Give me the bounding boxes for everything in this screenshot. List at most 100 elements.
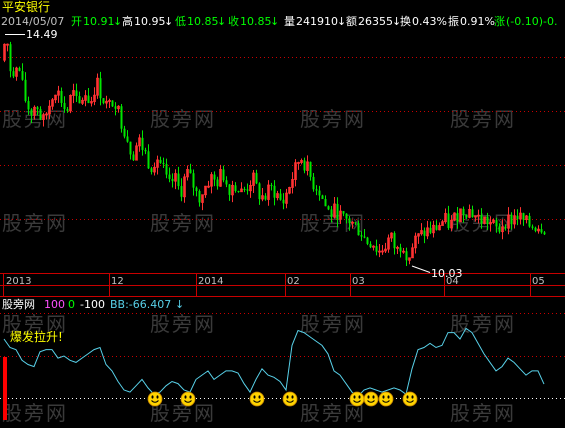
high-arrow: ↓ bbox=[164, 15, 174, 28]
smiley-signal-icon bbox=[147, 391, 163, 407]
date-tick-label: 12 bbox=[111, 276, 124, 287]
candle-body bbox=[255, 173, 258, 184]
candle-body bbox=[375, 246, 378, 252]
high-price-label: 14.49 bbox=[26, 28, 58, 41]
candle-body bbox=[270, 185, 273, 187]
candle-body bbox=[114, 106, 117, 109]
candlestick-series bbox=[3, 41, 546, 267]
low-marker-line bbox=[411, 265, 431, 273]
candle-body bbox=[522, 213, 525, 220]
candle-body bbox=[264, 195, 267, 200]
candle-body bbox=[345, 213, 348, 219]
candle-body bbox=[213, 174, 216, 180]
change-value: (-0.10)-0. bbox=[506, 15, 558, 28]
candle-body bbox=[543, 232, 546, 235]
candle-body bbox=[192, 173, 195, 188]
open-value: 10.91 bbox=[83, 15, 115, 28]
candle-body bbox=[225, 180, 228, 185]
candle-body bbox=[177, 173, 180, 187]
date-tick-label: 04 bbox=[446, 276, 459, 287]
high-value: 10.95 bbox=[134, 15, 166, 28]
stock-chart-screen: 股旁网 股旁网 股旁网 股旁网 股旁网 股旁网 股旁网 股旁网 股旁网 股旁网 … bbox=[0, 0, 565, 428]
candle-body bbox=[141, 137, 144, 150]
candle-body bbox=[9, 44, 12, 72]
candle-body bbox=[21, 71, 24, 80]
low-arrow: ↓ bbox=[217, 15, 227, 28]
turnover-label: 换 bbox=[400, 15, 411, 28]
candle-body bbox=[429, 227, 432, 233]
candle-body bbox=[102, 98, 105, 104]
smiley-signal-icon bbox=[349, 391, 365, 407]
smiley-signal-icon bbox=[180, 391, 196, 407]
candle-body bbox=[24, 79, 27, 102]
turnover-value: 0.43% bbox=[412, 15, 447, 28]
candle-body bbox=[99, 78, 102, 99]
signal-series bbox=[147, 391, 418, 407]
candle-body bbox=[111, 100, 114, 107]
high-label: 高 bbox=[122, 15, 133, 28]
candle-body bbox=[129, 141, 132, 155]
candle-body bbox=[63, 102, 66, 110]
close-label: 收 bbox=[228, 15, 239, 28]
open-arrow: ↓ bbox=[113, 15, 123, 28]
candle-body bbox=[126, 136, 129, 142]
candle-body bbox=[150, 168, 153, 173]
candle-body bbox=[435, 225, 438, 230]
candle-body bbox=[471, 209, 474, 218]
date-tick-label: 2014 bbox=[198, 276, 224, 287]
indicator-bb-value: BB:-66.407 bbox=[110, 298, 172, 311]
candle-body bbox=[195, 187, 198, 192]
bb-indicator-line bbox=[3, 327, 545, 398]
candle-body bbox=[222, 169, 225, 181]
candle-body bbox=[357, 223, 360, 236]
candle-body bbox=[315, 189, 318, 191]
candle-body bbox=[456, 213, 459, 222]
amount-label: 额 bbox=[346, 15, 357, 28]
candle-body bbox=[504, 226, 507, 229]
candle-body bbox=[366, 237, 369, 244]
candle-body bbox=[120, 106, 123, 129]
candle-body bbox=[66, 109, 69, 111]
candle-body bbox=[132, 154, 135, 161]
candle-body bbox=[279, 193, 282, 200]
candle-body bbox=[534, 227, 537, 231]
candle-body bbox=[234, 185, 237, 191]
candle-body bbox=[498, 226, 501, 232]
indicator-series bbox=[3, 327, 545, 398]
candle-body bbox=[18, 68, 21, 72]
candle-body bbox=[39, 109, 42, 120]
candle-body bbox=[198, 191, 201, 203]
candle-body bbox=[273, 185, 276, 198]
candle-body bbox=[330, 209, 333, 218]
candle-body bbox=[27, 101, 30, 110]
indicator-level-0-label: 0 bbox=[68, 298, 75, 311]
candle-body bbox=[246, 189, 249, 191]
candle-body bbox=[189, 169, 192, 174]
candle-body bbox=[480, 215, 483, 224]
candle-body bbox=[327, 206, 330, 210]
date-tick-label: 02 bbox=[287, 276, 300, 287]
candle-body bbox=[528, 215, 531, 227]
indicator-level-100-label: 100 bbox=[44, 298, 65, 311]
candle-body bbox=[516, 215, 519, 220]
candle-body bbox=[399, 247, 402, 252]
candle-body bbox=[303, 160, 306, 171]
smiley-signal-icon bbox=[249, 391, 265, 407]
candle-body bbox=[258, 183, 261, 200]
candle-body bbox=[465, 214, 468, 218]
candle-body bbox=[243, 189, 246, 191]
candle-body bbox=[159, 159, 162, 163]
smiley-signal-icon bbox=[378, 391, 394, 407]
candle-body bbox=[12, 71, 15, 77]
candle-body bbox=[495, 220, 498, 227]
candle-body bbox=[147, 151, 150, 169]
amount-value: 26355 bbox=[358, 15, 393, 28]
candle-body bbox=[282, 199, 285, 204]
candle-body bbox=[342, 211, 345, 214]
candle-body bbox=[168, 174, 171, 179]
candle-body bbox=[318, 190, 321, 196]
candle-body bbox=[60, 91, 63, 103]
candle-body bbox=[78, 96, 81, 104]
candle-body bbox=[180, 186, 183, 197]
candle-body bbox=[216, 179, 219, 187]
